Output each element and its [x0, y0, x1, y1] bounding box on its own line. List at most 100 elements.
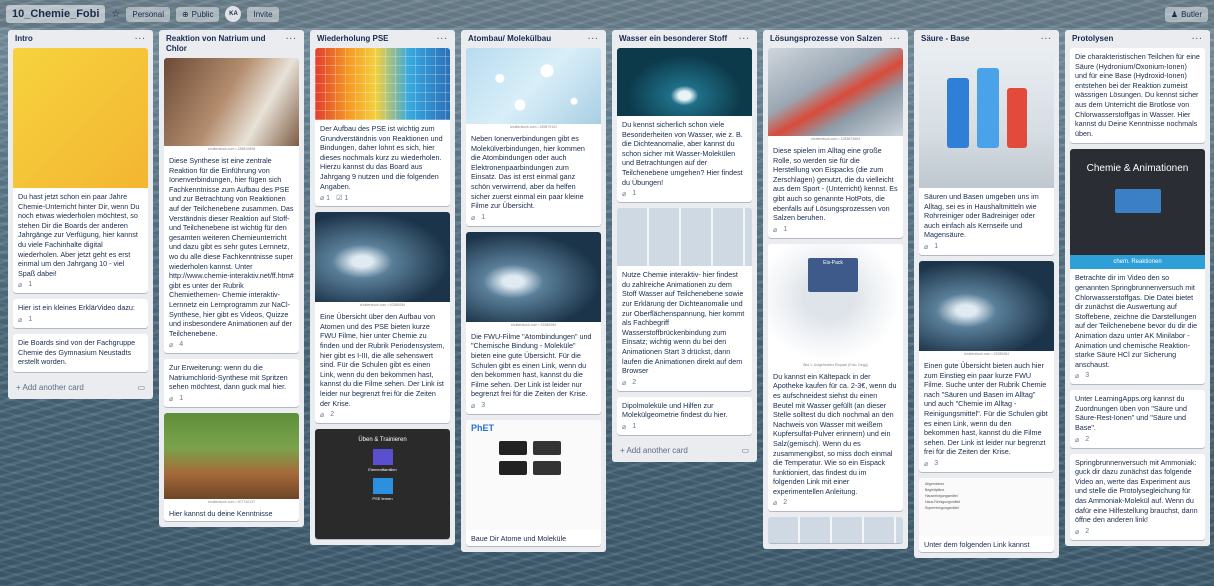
- card-template-icon[interactable]: ▭: [137, 383, 145, 392]
- image-item: PSE lernen: [372, 496, 393, 502]
- board-title[interactable]: 10_Chemie_Fobi: [6, 5, 106, 23]
- globe-icon: ⊕: [181, 9, 189, 19]
- list-atombau: Atombau/ Molekülbau ··· shutterstock.com…: [461, 30, 606, 552]
- attachment-count: 1: [632, 422, 637, 430]
- card[interactable]: shutterstock.com • 92380084 Eine Übersic…: [315, 212, 450, 424]
- list-wasser: Wasser ein besonderer Stoff ··· Du kenns…: [612, 30, 757, 462]
- card[interactable]: [768, 517, 903, 544]
- attachment-count: 2: [783, 499, 788, 507]
- list-wiederholung-pse: Wiederholung PSE ··· Der Aufbau des PSE …: [310, 30, 455, 546]
- card[interactable]: shutterstock.com • 307740137 Hier kannst…: [164, 413, 299, 521]
- visibility-personal-button[interactable]: Personal: [126, 6, 170, 22]
- card[interactable]: Zur Erweiterung: wenn du die Natriumchlo…: [164, 359, 299, 408]
- paperclip-icon: ⌀: [773, 500, 778, 508]
- attachment-count: 1: [783, 225, 788, 233]
- card-badges: ⌀ 1: [13, 280, 148, 293]
- ellipsis-icon[interactable]: ···: [437, 34, 448, 44]
- add-card-button[interactable]: + Add another card ▭: [13, 378, 148, 399]
- card[interactable]: Springbrunnenversuch mit Ammoniak: guck …: [1070, 453, 1205, 540]
- paperclip-icon: ⌀: [18, 316, 23, 324]
- star-icon[interactable]: ☆: [111, 9, 120, 20]
- card-badges: ⌀ 2: [1070, 527, 1205, 540]
- card[interactable]: Hier ist ein kleines ErklärVideo dazu: ⌀…: [13, 299, 148, 328]
- list-title[interactable]: Intro: [15, 34, 33, 44]
- card-cover-image: [919, 48, 1054, 188]
- card-badges: ⌀ 1: [164, 394, 299, 407]
- list-title[interactable]: Lösungsprozesse von Salzen: [770, 34, 882, 44]
- lists-container: Intro ··· Du hast jetzt schon ein paar J…: [8, 30, 1214, 586]
- ellipsis-icon[interactable]: ···: [588, 34, 599, 44]
- card[interactable]: Säuren und Basen umgeben uns im Alltag, …: [919, 48, 1054, 255]
- ellipsis-icon[interactable]: ···: [739, 34, 750, 44]
- card-text: Einen gute Übersicht bieten auch hier zu…: [924, 360, 1048, 457]
- paperclip-icon: ⌀: [169, 396, 174, 404]
- card-cover-image: [617, 48, 752, 116]
- card[interactable]: PhET Baue Dir Atome und Moleküle: [466, 419, 601, 546]
- card[interactable]: shutterstock.com • 1283873664 Diese spie…: [768, 48, 903, 238]
- card[interactable]: shutterstock.com • 92380084 Einen gute Ü…: [919, 260, 1054, 472]
- attachment-count: 2: [1085, 435, 1090, 443]
- card-badges: ⌀ 1: [617, 189, 752, 202]
- card-text: Nutze Chemie interaktiv- hier findest du…: [622, 270, 745, 376]
- eis-pack-label: Eis-Pack: [808, 257, 858, 292]
- card[interactable]: Chemie & Animationen chem. Reaktionen Be…: [1070, 149, 1205, 385]
- list-protolysen: Protolysen ··· Die charakteristischen Te…: [1065, 30, 1210, 546]
- list-title[interactable]: Atombau/ Molekülbau: [468, 34, 551, 44]
- paperclip-icon: ⌀: [622, 379, 627, 387]
- card[interactable]: Allgemeines Begleitpläne Hausreinigungsm…: [919, 477, 1054, 552]
- card[interactable]: Dipolmoleküle und Hilfen zur Molekülgeom…: [617, 396, 752, 435]
- list-natrium-chlor: Reaktion von Natrium und Chlor ··· shutt…: [159, 30, 304, 527]
- butler-button[interactable]: ♟ Butler: [1164, 6, 1208, 22]
- visibility-personal-label: Personal: [132, 9, 164, 19]
- ellipsis-icon[interactable]: ···: [135, 34, 146, 44]
- visibility-public-button[interactable]: ⊕ Public: [175, 6, 220, 22]
- card-badges: ⌀ 1: [617, 422, 752, 435]
- list-header: Reaktion von Natrium und Chlor ···: [164, 30, 299, 58]
- list-title[interactable]: Wasser ein besonderer Stoff: [619, 34, 727, 44]
- card[interactable]: Du kennst sicherlich schon viele Besonde…: [617, 48, 752, 203]
- card-cover-image: Allgemeines Begleitpläne Hausreinigungsm…: [919, 477, 1054, 536]
- card[interactable]: Die Boards sind von der Fachgruppe Chemi…: [13, 333, 148, 372]
- invite-button[interactable]: Invite: [247, 6, 279, 22]
- avatar[interactable]: KA: [225, 6, 242, 22]
- list-header: Atombau/ Molekülbau ···: [466, 30, 601, 48]
- card[interactable]: shutterstock.com • 189679102 Neben Ionen…: [466, 48, 601, 226]
- card-cover-image: Eis-Pack: [768, 243, 903, 362]
- card-template-icon[interactable]: ▭: [741, 446, 749, 455]
- card-cover-image: [768, 517, 903, 544]
- card[interactable]: Eis-Pack Bild 1: Aufgeheiztes Eispack (F…: [768, 243, 903, 512]
- attachment-count: 3: [481, 401, 486, 409]
- ellipsis-icon[interactable]: ···: [1192, 34, 1203, 44]
- card[interactable]: Die charakteristischen Teilchen für eine…: [1070, 48, 1205, 144]
- paperclip-icon: ⌀: [1075, 528, 1080, 536]
- card[interactable]: Unter LearningApps.org kannst du Zuordnu…: [1070, 390, 1205, 448]
- list-title[interactable]: Wiederholung PSE: [317, 34, 389, 44]
- card[interactable]: Nutze Chemie interaktiv- hier findest du…: [617, 208, 752, 391]
- ellipsis-icon[interactable]: ···: [1041, 34, 1052, 44]
- card-badges: ⌀ 2: [1070, 435, 1205, 448]
- card[interactable]: shutterstock.com • 92380084 Die FWU-Film…: [466, 231, 601, 414]
- list-title[interactable]: Säure - Base: [921, 34, 969, 44]
- add-card-button[interactable]: + Add another card ▭: [617, 441, 752, 462]
- card-text: Springbrunnenversuch mit Ammoniak: guck …: [1075, 457, 1198, 525]
- card[interactable]: Üben & Trainieren Elementfamilien PSE le…: [315, 429, 450, 540]
- card[interactable]: shutterstock.com • 185810898 Diese Synth…: [164, 58, 299, 354]
- ellipsis-icon[interactable]: ···: [890, 34, 901, 44]
- list-header: Intro ···: [13, 30, 148, 48]
- attachment-count: 1: [179, 395, 184, 403]
- card-cover-image: [617, 208, 752, 267]
- list-title[interactable]: Reaktion von Natrium und Chlor: [166, 34, 286, 54]
- paperclip-icon: ⌀: [320, 412, 325, 420]
- card-text: Säuren und Basen umgeben uns im Alltag, …: [924, 192, 1039, 240]
- paperclip-icon: ⌀: [773, 226, 778, 234]
- card-badges: ⌀ 2: [315, 410, 450, 423]
- list-title[interactable]: Protolysen: [1072, 34, 1113, 44]
- card[interactable]: Der Aufbau des PSE ist wichtig zum Grund…: [315, 48, 450, 207]
- ellipsis-icon[interactable]: ···: [286, 34, 297, 44]
- card-text: Unter LearningApps.org kannst du Zuordnu…: [1075, 394, 1188, 433]
- image-item: Superreinigungsmittel: [925, 505, 959, 510]
- attachment-count: 2: [632, 378, 637, 386]
- card[interactable]: Du hast jetzt schon ein paar Jahre Chemi…: [13, 48, 148, 294]
- card-cover-image: PhET: [466, 419, 601, 530]
- list-header: Lösungsprozesse von Salzen ···: [768, 30, 903, 48]
